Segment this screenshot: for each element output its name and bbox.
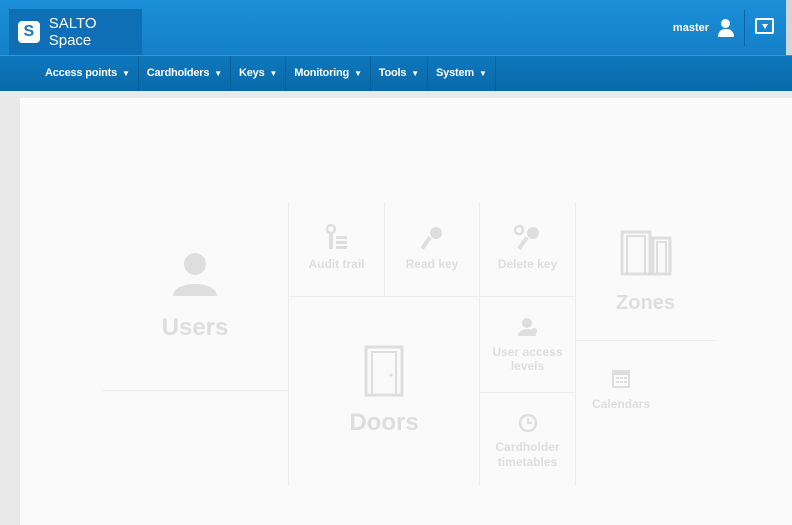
chevron-down-icon: ▼ [411, 69, 420, 78]
user-name: master [672, 21, 709, 34]
grid-line [102, 390, 288, 391]
menu-label: Keys [239, 67, 265, 79]
tile-calendars[interactable]: Calendars [576, 341, 715, 421]
tile-zones[interactable]: Zones [576, 202, 715, 340]
chevron-down-icon: ▼ [478, 69, 487, 78]
tile-label: Cardholder timetables [495, 440, 560, 469]
chevron-down-icon: ▼ [354, 69, 362, 78]
menu-system[interactable]: System ▼ [428, 56, 496, 91]
tile-audit-trail[interactable]: Audit trail [289, 202, 384, 296]
tile-label: Audit trail [308, 257, 365, 271]
menu-label: System [436, 67, 474, 79]
menu-access-points[interactable]: Access points ▼ [37, 56, 139, 91]
user-icon [173, 253, 217, 296]
brand[interactable]: S SALTO Space [9, 9, 142, 55]
tile-user-access-levels[interactable]: User access levels [480, 297, 575, 392]
tile-label: Calendars [591, 397, 651, 411]
chevron-down-icon: ▼ [121, 69, 130, 78]
tile-label: Zones [616, 292, 675, 314]
clock-icon [518, 413, 538, 433]
tile-label: Doors [349, 409, 419, 436]
main-menu: Access points ▼ Cardholders ▼ Keys ▼ Monito… [37, 56, 496, 91]
window-edge [786, 0, 792, 55]
menu-label: Monitoring [294, 67, 350, 79]
menu-label: Tools [378, 67, 407, 79]
top-bar: S SALTO Space master [0, 0, 792, 55]
key-icon [421, 227, 442, 250]
tile-label: Users [161, 314, 229, 341]
tile-label: Delete key [497, 257, 558, 271]
zones-icon [620, 230, 672, 276]
menu-label: Cardholders [146, 67, 210, 79]
menu-cardholders[interactable]: Cardholders ▼ [139, 56, 232, 91]
audit-trail-icon [325, 224, 347, 249]
tile-users[interactable]: Users [102, 202, 288, 390]
tile-delete-key[interactable]: Delete key [480, 202, 575, 296]
menu-label: Access points [45, 67, 117, 79]
user-menu[interactable]: master [673, 0, 735, 55]
main-menu-bar: Access points ▼ Cardholders ▼ Keys ▼ Monito… [0, 55, 792, 91]
delete-key-icon [513, 224, 539, 250]
menu-tools[interactable]: Tools ▼ [371, 56, 429, 91]
tile-doors[interactable]: Doors [289, 297, 479, 486]
tile-label: Read key [405, 257, 459, 271]
dashboard: Users Audit trail Read key Delete key Zo… [20, 98, 792, 525]
user-access-levels-icon [518, 318, 537, 336]
user-icon [717, 18, 735, 38]
calendar-icon [612, 370, 630, 388]
brand-name: SALTO Space [48, 15, 97, 49]
menu-keys[interactable]: Keys ▼ [231, 56, 287, 91]
header-divider [744, 10, 745, 46]
salto-logo-icon: S [18, 21, 40, 43]
logout-icon[interactable] [755, 18, 774, 34]
chevron-down-icon: ▼ [214, 69, 223, 78]
menu-monitoring[interactable]: Monitoring ▼ [286, 56, 371, 91]
tile-read-key[interactable]: Read key [385, 202, 479, 296]
door-icon [364, 345, 404, 397]
tile-cardholder-timetables[interactable]: Cardholder timetables [480, 393, 575, 486]
tile-label: User access levels [492, 345, 563, 373]
chevron-down-icon: ▼ [269, 69, 278, 78]
